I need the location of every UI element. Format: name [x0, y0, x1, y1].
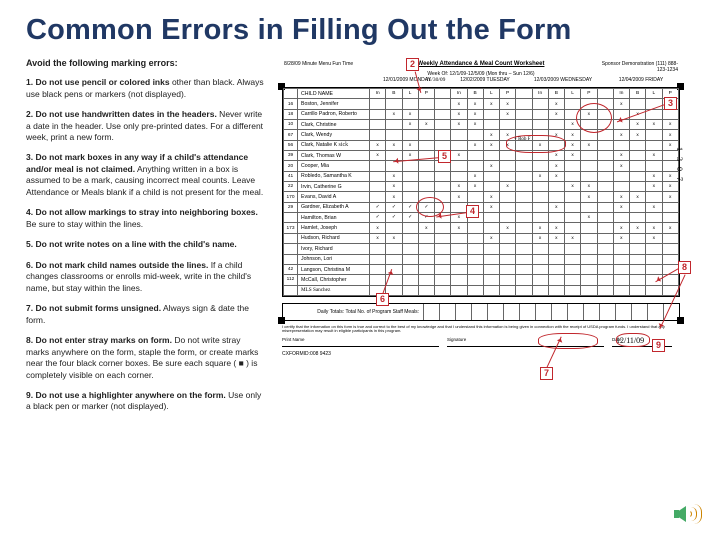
totals-label: Daily Totals: Total No. of Program Staff… [283, 304, 423, 320]
speaker-icon[interactable] [674, 502, 702, 526]
callout-4: 4 [466, 205, 479, 218]
error-item: 4. Do not allow markings to stray into n… [26, 207, 264, 230]
callout-5: 5 [438, 150, 451, 163]
error-item: 7. Do not submit forms unsigned. Always … [26, 303, 264, 326]
red-circle [538, 333, 598, 349]
callout-9: 9 [652, 339, 665, 352]
totals-row: Daily Totals: Total No. of Program Staff… [282, 303, 680, 321]
cert-text: I certify that the information on this f… [282, 325, 680, 334]
red-circle [616, 333, 650, 347]
callout-2: 2 [406, 58, 419, 71]
error-item: 8. Do not enter stray marks on form. Do … [26, 335, 264, 381]
form-illustration: 8/28/09 Minute Menu Fun Time Weekly Atte… [276, 57, 694, 422]
day-header: 12/04/2009 FRIDAY [602, 77, 680, 87]
error-item: 5. Do not write notes on a line with the… [26, 239, 264, 250]
handwritten-date: 11/30/09 [426, 77, 445, 83]
slide-title: Common Errors in Filling Out the Form [26, 14, 694, 47]
sig-sign-label: Signature [447, 337, 466, 342]
error-item: 1. Do not use pencil or colored inks oth… [26, 77, 264, 100]
error-list: Avoid the following marking errors: 1. D… [26, 57, 276, 422]
note-rob: + Rob F [514, 137, 530, 142]
error-item: 3. Do not mark boxes in any way if a chi… [26, 152, 264, 198]
vertical-number: 1307 [675, 147, 684, 187]
scanned-form: 8/28/09 Minute Menu Fun Time Weekly Atte… [276, 57, 686, 357]
callout-3: 3 [664, 97, 677, 110]
error-item: 6. Do not mark child names outside the l… [26, 260, 264, 294]
form-id: CXFORMID:008 9423 [282, 351, 331, 357]
sig-name-label: Print Name [282, 337, 305, 342]
error-item: 9. Do not use a highlighter anywhere on … [26, 390, 264, 413]
red-circle [576, 103, 612, 133]
callout-8: 8 [678, 261, 691, 274]
callout-6: 6 [376, 293, 389, 306]
day-header: 12/03/2009 WEDNESDAY [524, 77, 602, 87]
day-header: 12/02/2009 TUESDAY [446, 77, 524, 87]
red-circle [416, 197, 444, 217]
error-item: 2. Do not use handwritten dates in the h… [26, 109, 264, 143]
callout-7: 7 [540, 367, 553, 380]
lead-text: Avoid the following marking errors: [26, 57, 264, 69]
